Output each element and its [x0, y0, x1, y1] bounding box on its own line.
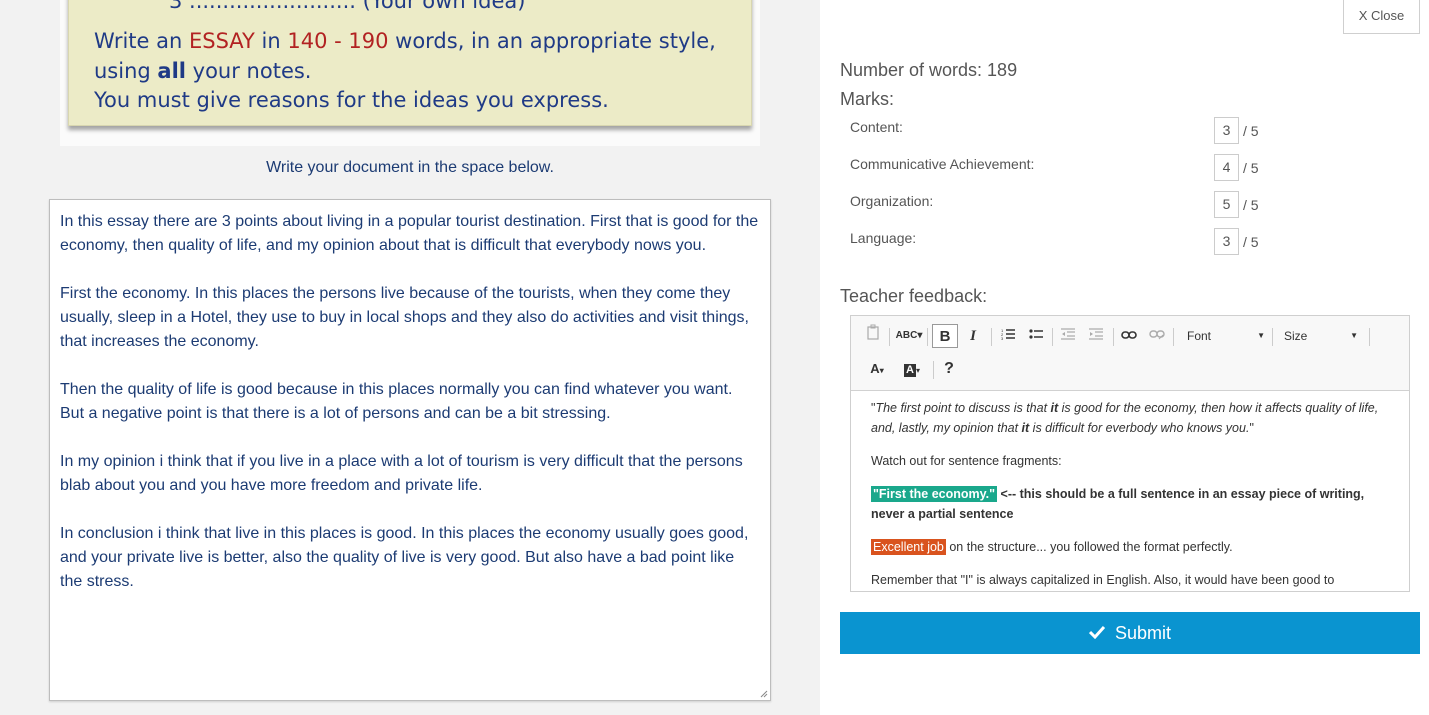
link-icon[interactable] — [1118, 324, 1140, 348]
mark-max: / 5 — [1243, 123, 1259, 139]
indent-icon[interactable] — [1085, 324, 1107, 348]
highlight-green: "First the economy." — [871, 486, 998, 502]
close-button[interactable]: X Close — [1343, 0, 1420, 34]
mark-label: Content: — [850, 119, 903, 135]
mark-label: Organization: — [850, 193, 934, 209]
mark-input[interactable]: 3 — [1214, 117, 1239, 144]
mark-input[interactable]: 3 — [1214, 228, 1239, 255]
bold-icon[interactable]: B — [932, 324, 958, 348]
mark-input[interactable]: 5 — [1214, 191, 1239, 218]
editor-toolbar: ABC▾ B I 123 Font ▼ Size ▼ A▾ A ▾ ? — [851, 316, 1409, 391]
task-instructions: 3 ......................... (Your own id… — [68, 0, 752, 126]
paste-icon[interactable] — [863, 324, 883, 348]
word-count: Number of words: 189 — [840, 60, 1018, 80]
essay-panel: 3 ......................... (Your own id… — [0, 0, 820, 715]
feedback-paragraph-quote: "The first point to discuss is that it i… — [871, 401, 1379, 435]
essay-paragraph: Then the quality of life is good because… — [60, 381, 733, 422]
mark-row-communicative: Communicative Achievement: 4 / 5 — [850, 154, 1270, 182]
size-dropdown[interactable]: Size ▼ — [1284, 324, 1358, 348]
task-line-idea: 3 ......................... (Your own id… — [169, 0, 526, 13]
essay-paragraph: First the economy. In this places the pe… — [60, 285, 749, 350]
mark-max: / 5 — [1243, 234, 1259, 250]
outdent-icon[interactable] — [1057, 324, 1079, 348]
mark-label: Language: — [850, 230, 917, 246]
resize-handle-icon[interactable] — [758, 688, 768, 698]
background-color-icon[interactable]: A ▾ — [899, 357, 925, 381]
italic-icon[interactable]: I — [961, 324, 985, 348]
feedback-paragraph-capitalization: Remember that "I" is always capitalized … — [871, 573, 1335, 587]
text-color-icon[interactable]: A▾ — [865, 357, 889, 381]
task-line-notes: using all your notes. — [94, 59, 312, 83]
feedback-content[interactable]: "The first point to discuss is that it i… — [871, 398, 1391, 591]
mark-row-language: Language: 3 / 5 — [850, 228, 1270, 256]
task-line-reasons: You must give reasons for the ideas you … — [94, 88, 609, 112]
submit-button[interactable]: Submit — [840, 612, 1420, 654]
mark-max: / 5 — [1243, 197, 1259, 213]
document-hint: Write your document in the space below. — [266, 159, 554, 176]
mark-max: / 5 — [1243, 160, 1259, 176]
essay-paragraph: In this essay there are 3 points about l… — [60, 213, 759, 254]
size-label: Size — [1284, 329, 1308, 343]
feedback-paragraph-praise: Excellent job on the structure... you fo… — [871, 539, 1233, 555]
highlight-orange: Excellent job — [871, 539, 946, 555]
task-line-essay: Write an ESSAY in 140 - 190 words, in an… — [94, 29, 716, 53]
task-image: 3 ......................... (Your own id… — [60, 0, 760, 146]
spellcheck-icon[interactable]: ABC▾ — [895, 324, 923, 348]
chevron-down-icon: ▼ — [1257, 331, 1265, 340]
bullet-list-icon[interactable] — [1025, 324, 1047, 348]
mark-row-organization: Organization: 5 / 5 — [850, 191, 1270, 219]
font-dropdown[interactable]: Font ▼ — [1187, 324, 1265, 348]
mark-row-content: Content: 3 / 5 — [850, 117, 1270, 145]
feedback-editor: ABC▾ B I 123 Font ▼ Size ▼ A▾ A ▾ ? "The… — [850, 315, 1410, 592]
help-icon[interactable]: ? — [939, 357, 959, 381]
essay-paragraph: In conclusion i think that live in this … — [60, 525, 749, 590]
numbered-list-icon[interactable]: 123 — [997, 324, 1019, 348]
unlink-icon[interactable] — [1146, 324, 1168, 348]
submit-label: Submit — [1114, 623, 1172, 643]
chevron-down-icon: ▼ — [1350, 331, 1358, 340]
feedback-title: Teacher feedback: — [840, 286, 988, 306]
mark-label: Communicative Achievement: — [850, 156, 1035, 172]
svg-text:3: 3 — [1001, 336, 1004, 340]
marks-title: Marks: — [840, 89, 894, 109]
essay-textarea[interactable]: In this essay there are 3 points about l… — [49, 199, 771, 701]
review-panel: X Close Number of words: 189 Marks: Cont… — [820, 0, 1429, 715]
essay-paragraph: In my opinion i think that if you live i… — [60, 453, 743, 494]
feedback-paragraph-fragments: Watch out for sentence fragments: — [871, 454, 1062, 468]
check-icon — [1088, 626, 1106, 640]
feedback-paragraph-example: "First the economy." <-- this should be … — [871, 486, 1365, 521]
font-label: Font — [1187, 329, 1212, 343]
mark-input[interactable]: 4 — [1214, 154, 1239, 181]
